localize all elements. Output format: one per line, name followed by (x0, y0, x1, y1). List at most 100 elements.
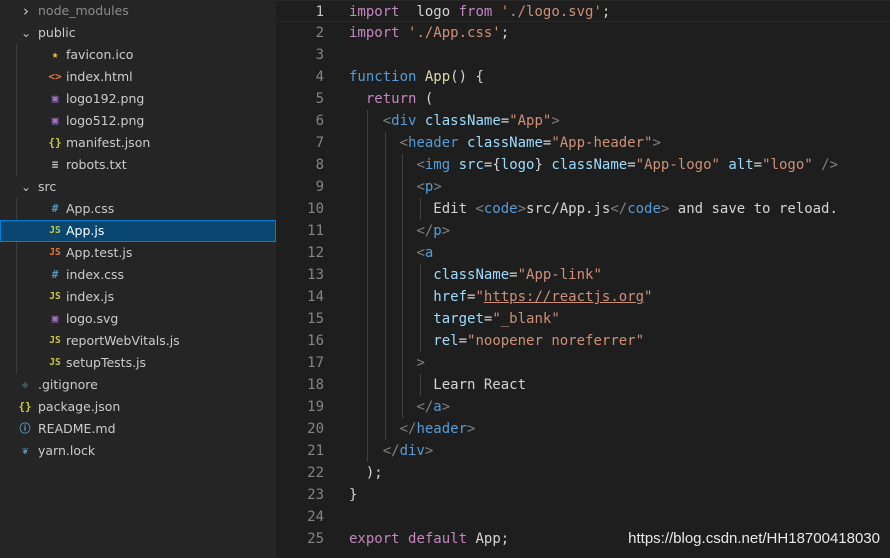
line-number: 9 (315, 179, 324, 195)
folder-item[interactable]: › node_modules (0, 0, 276, 22)
code-line[interactable]: 3 (276, 44, 890, 66)
file-item[interactable]: ⓘ README.md (0, 418, 276, 440)
file-label: App.test.js (66, 245, 133, 260)
file-item[interactable]: {} package.json (0, 396, 276, 418)
code-line[interactable]: 1 import logo from './logo.svg'; (276, 0, 890, 22)
code-text: ); (349, 465, 383, 481)
file-label: yarn.lock (38, 443, 96, 458)
file-label: package.json (38, 399, 121, 414)
code-line[interactable]: 6 <div className="App"> (276, 110, 890, 132)
line-number: 6 (315, 113, 324, 129)
code-line[interactable]: 4 function App() { (276, 66, 890, 88)
code-line[interactable]: 9 <p> (276, 176, 890, 198)
code-line[interactable]: 10 Edit <code>src/App.js</code> and save… (276, 198, 890, 220)
file-label: reportWebVitals.js (66, 333, 180, 348)
chevron-down-icon: ⌄ (20, 26, 32, 40)
star-icon: ★ (51, 48, 59, 61)
file-label: src (38, 179, 57, 194)
file-item[interactable]: # index.css (0, 264, 276, 286)
code-line[interactable]: 11 </p> (276, 220, 890, 242)
code-line[interactable]: 18 Learn React (276, 374, 890, 396)
line-number: 16 (307, 333, 324, 349)
file-label: App.js (66, 223, 105, 238)
folder-item[interactable]: ⌄ src (0, 176, 276, 198)
code-text: <div className="App"> (382, 113, 560, 129)
code-line[interactable]: 15 target="_blank" (276, 308, 890, 330)
code-line[interactable]: 23} (276, 484, 890, 506)
file-item[interactable]: JS reportWebVitals.js (0, 330, 276, 352)
file-label: .gitignore (38, 377, 98, 392)
html-icon: <> (48, 70, 62, 83)
file-item[interactable]: ◆ .gitignore (0, 374, 276, 396)
line-number: 1 (315, 4, 324, 20)
code-text: } (349, 487, 358, 503)
line-number: 25 (307, 531, 324, 547)
code-line[interactable]: 13 className="App-link" (276, 264, 890, 286)
code-text: </p> (416, 223, 451, 239)
file-item[interactable]: <> index.html (0, 66, 276, 88)
file-item[interactable]: ▣ logo512.png (0, 110, 276, 132)
code-line[interactable]: 12 <a (276, 242, 890, 264)
watermark: https://blog.csdn.net/HH18700418030 (628, 530, 880, 547)
code-text: return ( (365, 91, 434, 107)
code-line[interactable]: 14 href="https://reactjs.org" (276, 286, 890, 308)
code-line[interactable]: 20 </header> (276, 418, 890, 440)
file-item[interactable]: ★ favicon.ico (0, 44, 276, 66)
code-text: import logo from './logo.svg'; (349, 4, 611, 20)
line-number: 24 (307, 509, 324, 525)
line-number: 4 (315, 69, 324, 85)
code-text: import './App.css'; (349, 25, 510, 41)
code-text: > (416, 355, 425, 371)
file-label: App.css (66, 201, 115, 216)
file-label: logo192.png (66, 91, 145, 106)
code-line[interactable]: 7 <header className="App-header"> (276, 132, 890, 154)
code-line[interactable]: 16 rel="noopener noreferrer" (276, 330, 890, 352)
file-label: node_modules (38, 3, 129, 18)
file-label: manifest.json (66, 135, 151, 150)
image-icon: ▣ (51, 92, 59, 105)
line-number: 3 (315, 47, 324, 63)
file-item[interactable]: ≡ robots.txt (0, 154, 276, 176)
line-number: 23 (307, 487, 324, 503)
code-text: target="_blank" (433, 311, 560, 327)
folder-item[interactable]: ⌄ public (0, 22, 276, 44)
file-label: logo.svg (66, 311, 119, 326)
css-icon: # (51, 268, 59, 281)
code-editor[interactable]: 1 import logo from './logo.svg'; 2 import '… (276, 0, 890, 558)
line-number: 22 (307, 465, 324, 481)
file-item[interactable]: ▣ logo192.png (0, 88, 276, 110)
code-text: </div> (382, 443, 434, 459)
code-line[interactable]: 24 (276, 506, 890, 528)
info-icon: ⓘ (19, 422, 31, 435)
line-number: 18 (307, 377, 324, 393)
file-label: index.js (66, 289, 115, 304)
line-number: 14 (307, 289, 324, 305)
code-line[interactable]: 19 </a> (276, 396, 890, 418)
code-line[interactable]: 2 import './App.css'; (276, 22, 890, 44)
file-item[interactable]: JS App.js (0, 220, 276, 242)
file-item[interactable]: {} manifest.json (0, 132, 276, 154)
file-item[interactable]: # App.css (0, 198, 276, 220)
chevron-down-icon: ⌄ (20, 180, 32, 194)
code-line[interactable]: 8 <img src={logo} className="App-logo" a… (276, 154, 890, 176)
line-number: 19 (307, 399, 324, 415)
code-line[interactable]: 22 ); (276, 462, 890, 484)
line-number: 15 (307, 311, 324, 327)
code-text: className="App-link" (433, 267, 602, 283)
file-item[interactable]: JS setupTests.js (0, 352, 276, 374)
file-label: setupTests.js (66, 355, 147, 370)
file-label: index.html (66, 69, 133, 84)
code-line[interactable]: 21 </div> (276, 440, 890, 462)
code-text: Edit <code>src/App.js</code> and save to… (349, 201, 838, 217)
line-number: 8 (315, 157, 324, 173)
code-line[interactable]: 5 return ( (276, 88, 890, 110)
code-text: </a> (416, 399, 451, 415)
file-item[interactable]: ▣ logo.svg (0, 308, 276, 330)
git-icon: ◆ (21, 378, 29, 391)
file-item[interactable]: JS index.js (0, 286, 276, 308)
file-item[interactable]: JS App.test.js (0, 242, 276, 264)
file-item[interactable]: ❦ yarn.lock (0, 440, 276, 462)
line-number: 11 (307, 223, 324, 239)
code-line[interactable]: 17 > (276, 352, 890, 374)
line-number: 20 (307, 421, 324, 437)
